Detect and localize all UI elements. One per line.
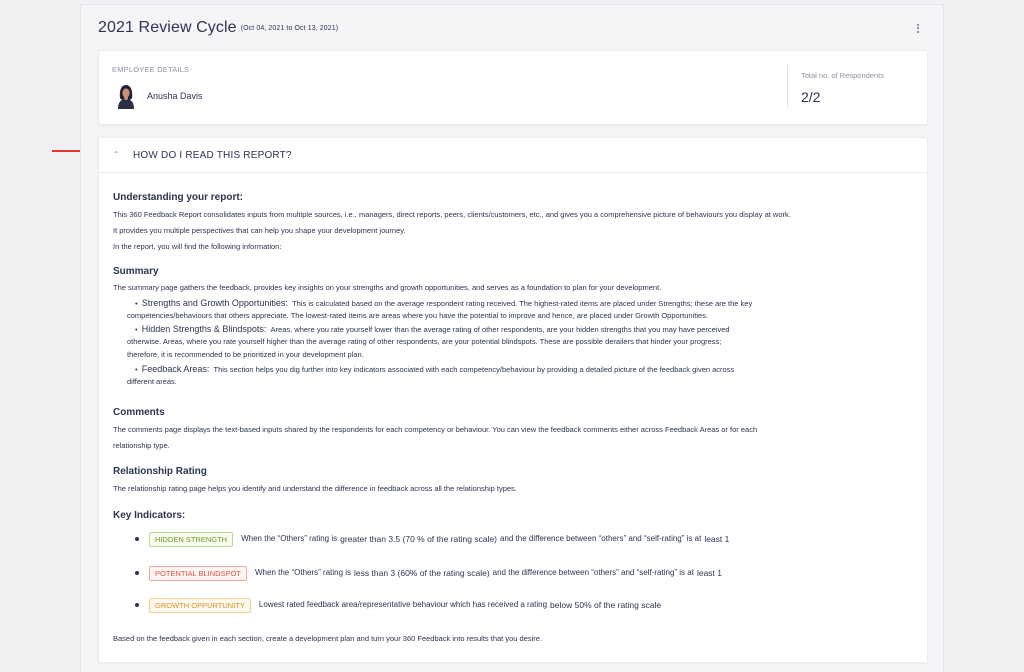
indicator-row: POTENTIAL BLINDSPOT When the “Others” ra… — [135, 565, 725, 581]
indicator-emphasis: less than 3 (60% of the rating scale) — [354, 568, 490, 578]
hidden-strength-badge: HIDDEN STRENGTH — [149, 531, 234, 547]
indicator-emphasis: least 1 — [704, 534, 730, 544]
relationship-heading: Relationship Rating — [113, 466, 207, 477]
bullet-dot — [135, 603, 139, 607]
key-indicators-heading: Key Indicators: — [113, 510, 186, 521]
summary-text: The summary page gathers the feedback, p… — [113, 283, 662, 292]
indicator-text: Lowest rated feedback area/representativ… — [258, 600, 548, 609]
indicator-text: When the “Others” rating is — [255, 568, 352, 577]
bullet-text-cont: otherwise. Areas, where you rate yoursel… — [127, 337, 722, 346]
bullet-text: This section helps you dig further into … — [213, 365, 735, 374]
how-to-read-title: HOW DO I READ THIS REPORT? — [133, 150, 292, 161]
indicator-text: When the “Others” rating is — [241, 534, 338, 543]
bullet-text-cont: therefore, it is recommended to be prior… — [127, 350, 364, 359]
bullet-text-cont: different areas. — [127, 377, 177, 386]
chevron-up-icon: ⌃ — [113, 150, 120, 159]
comments-text-1: The comments page displays the text-base… — [113, 425, 758, 434]
bullet-dot — [135, 571, 139, 575]
potential-blindspot-badge: POTENTIAL BLINDSPOT — [149, 565, 247, 581]
bullet-title: Feedback Areas: — [141, 364, 210, 374]
indicator-row: HIDDEN STRENGTH When the “Others” rating… — [135, 531, 732, 547]
summary-heading: Summary — [113, 266, 159, 277]
bullet-dot — [135, 537, 139, 541]
comments-heading: Comments — [113, 407, 165, 418]
divider — [787, 65, 788, 109]
how-to-read-toggle[interactable]: ⌃ HOW DO I READ THIS REPORT? — [99, 138, 927, 173]
understanding-heading: Understanding your report: — [113, 192, 244, 203]
indicator-row: GROWTH OPPURTUNITY Lowest rated feedback… — [135, 597, 664, 613]
employee-details-label: EMPLOYEE DETAILS — [112, 65, 190, 74]
closing-text: Based on the feedback given in each sect… — [113, 634, 543, 643]
kebab-menu-icon[interactable] — [913, 21, 923, 35]
bullet-text: This is calculated based on the average … — [292, 299, 753, 308]
indicator-emphasis: least 1 — [696, 568, 722, 578]
bullet-title: Hidden Strengths & Blindspots: — [141, 324, 267, 334]
comments-text-2: relationship type. — [113, 441, 170, 450]
page-title: 2021 Review Cycle (Oct 04, 2021 to Oct 13… — [98, 19, 928, 37]
growth-opportunity-badge: GROWTH OPPURTUNITY — [149, 597, 251, 613]
date-range: (Oct 04, 2021 to Oct 13, 2021) — [240, 25, 339, 32]
indicator-emphasis: below 50% of the rating scale — [550, 600, 662, 610]
understanding-text-2: It provides you multiple perspectives th… — [113, 226, 406, 235]
indicator-text: and the difference between “others” and … — [492, 568, 694, 577]
respondents-label: Total no. of Respondents — [801, 71, 884, 80]
avatar — [118, 85, 134, 109]
how-to-read-panel: ⌃ HOW DO I READ THIS REPORT? Understandi… — [98, 137, 928, 663]
understanding-text-3: In the report, you will find the followi… — [113, 242, 282, 251]
bullet-title: Strengths and Growth Opportunities: — [141, 298, 288, 308]
indicator-text: and the difference between “others” and … — [500, 534, 702, 543]
report-page: 2021 Review Cycle (Oct 04, 2021 to Oct 13… — [80, 4, 944, 672]
bullet-text-cont: competencies/behaviours that others appr… — [127, 311, 709, 320]
page-header: 2021 Review Cycle (Oct 04, 2021 to Oct 13… — [98, 19, 928, 43]
relationship-text: The relationship rating page helps you i… — [113, 484, 517, 493]
indicator-emphasis: greater than 3.5 (70 % of the rating sca… — [340, 534, 498, 544]
employee-name: Anusha Davis — [147, 91, 203, 101]
respondents-count: 2/2 — [801, 89, 821, 105]
employee-details-card: EMPLOYEE DETAILS Anusha Davis Total no. … — [98, 50, 928, 125]
review-cycle-title: 2021 Review Cycle — [98, 19, 237, 36]
understanding-text-1: This 360 Feedback Report consolidates in… — [113, 210, 791, 219]
bullet-text: Areas, where you rate yourself lower tha… — [270, 325, 730, 334]
